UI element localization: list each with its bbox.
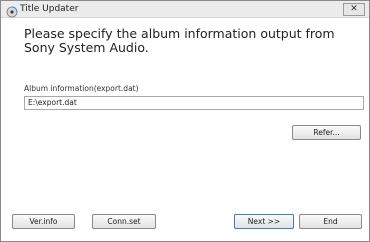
album-info-input[interactable]: E:\export.dat — [24, 96, 364, 110]
end-button[interactable]: End — [299, 214, 362, 229]
conn-set-button[interactable]: Conn.set — [92, 214, 156, 229]
ver-info-button[interactable]: Ver.info — [12, 214, 75, 229]
refer-button[interactable]: Refer... — [292, 125, 361, 140]
window-title: Title Updater — [20, 4, 79, 14]
app-icon — [6, 3, 18, 18]
close-icon[interactable]: ✕ — [343, 3, 365, 16]
main-panel: Please specify the album information out… — [1, 18, 369, 241]
next-button[interactable]: Next >> — [234, 214, 294, 229]
title-updater-window: Title Updater ✕ Please specify the album… — [0, 0, 370, 242]
album-info-label: Album information(export.dat) — [24, 84, 139, 93]
instruction-heading: Please specify the album information out… — [24, 26, 335, 55]
title-bar: Title Updater ✕ — [1, 1, 369, 18]
